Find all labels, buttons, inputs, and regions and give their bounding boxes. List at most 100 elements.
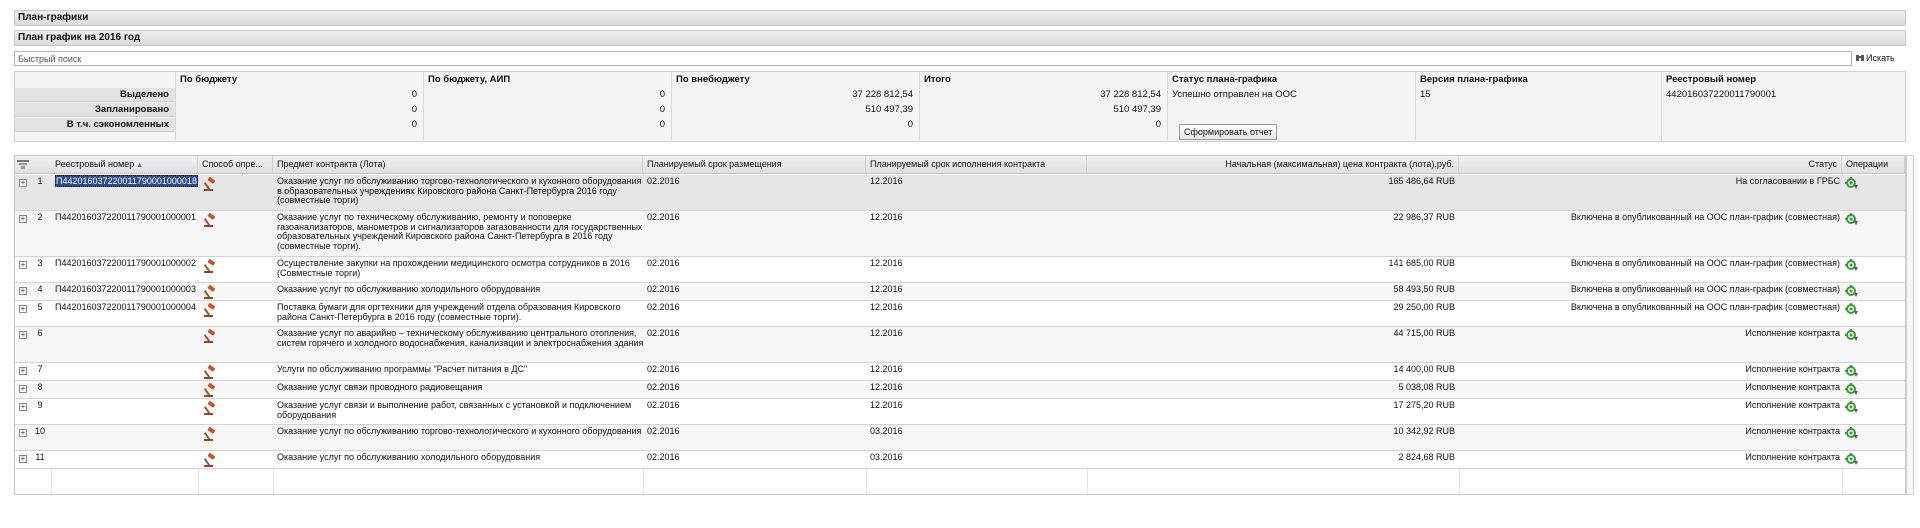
gavel-icon[interactable] bbox=[203, 213, 243, 227]
gavel-icon[interactable] bbox=[203, 427, 243, 441]
expand-row-icon[interactable]: + bbox=[19, 179, 27, 187]
row-number: 7 bbox=[37, 364, 43, 374]
gear-refresh-icon[interactable] bbox=[1845, 401, 1861, 414]
contract-price: 10 342,92 RUB bbox=[1393, 426, 1455, 436]
search-row: Искать bbox=[14, 51, 1906, 67]
table-row[interactable]: +4 П442016037220011790001000003 Оказание у… bbox=[15, 283, 1905, 301]
gear-refresh-icon[interactable] bbox=[1845, 329, 1861, 342]
column-header-placement[interactable]: Планируемый срок размещения bbox=[643, 156, 866, 174]
grid-scrollbar[interactable] bbox=[1906, 155, 1914, 495]
summary-allocated-aip: 0 bbox=[659, 89, 665, 100]
gavel-icon[interactable] bbox=[203, 401, 243, 415]
summary-saved-aip: 0 bbox=[659, 119, 665, 130]
gear-refresh-icon[interactable] bbox=[1845, 303, 1861, 316]
placement-date: 02.2016 bbox=[647, 176, 680, 186]
expand-row-icon[interactable]: + bbox=[19, 385, 27, 393]
registry-number[interactable]: П442016037220011790001000003 bbox=[55, 284, 205, 295]
gavel-icon[interactable] bbox=[203, 259, 243, 273]
expand-row-icon[interactable]: + bbox=[19, 403, 27, 411]
summary-header-plan-version: Версия плана-графика bbox=[1420, 74, 1528, 85]
gear-refresh-icon[interactable] bbox=[1845, 453, 1861, 466]
row-status: Включена в опубликованный на ООС план-гр… bbox=[1570, 285, 1840, 294]
gavel-icon[interactable] bbox=[203, 285, 243, 299]
quick-search-input[interactable] bbox=[14, 51, 1852, 66]
expand-row-icon[interactable]: + bbox=[19, 367, 27, 375]
gear-refresh-icon[interactable] bbox=[1845, 259, 1861, 272]
column-header-method[interactable]: Способ опре... bbox=[198, 156, 273, 174]
row-status: Исполнение контракта bbox=[1745, 401, 1840, 410]
gavel-icon[interactable] bbox=[203, 329, 243, 343]
gear-refresh-icon[interactable] bbox=[1845, 365, 1861, 378]
row-number: 4 bbox=[37, 284, 43, 294]
plan-title-text: План график на 2016 год bbox=[18, 32, 141, 43]
registry-number[interactable]: П442016037220011790001000002 bbox=[55, 258, 205, 269]
expand-row-icon[interactable]: + bbox=[19, 455, 27, 463]
registry-number[interactable]: П442016037220011790001000001 bbox=[55, 212, 205, 223]
placement-date: 02.2016 bbox=[647, 302, 680, 312]
contract-subject: Оказание услуг по обслуживанию торгово-т… bbox=[277, 176, 642, 206]
contract-price: 58 493,50 RUB bbox=[1393, 284, 1455, 294]
table-row[interactable]: +6 Оказание услуг по аварийно – техническ… bbox=[15, 327, 1905, 363]
contract-subject: Услуги по обслуживанию программы "Расчет… bbox=[277, 364, 528, 374]
expand-row-icon[interactable]: + bbox=[19, 305, 27, 313]
gear-refresh-icon[interactable] bbox=[1845, 285, 1861, 298]
expand-row-icon[interactable]: + bbox=[19, 429, 27, 437]
registry-number-text: П442016037220011790001000003 bbox=[55, 284, 196, 294]
gear-refresh-icon[interactable] bbox=[1845, 383, 1861, 396]
summary-row-planned: Запланировано bbox=[94, 104, 169, 115]
summary-registry-number: 442016037220011790001 bbox=[1666, 89, 1777, 100]
execution-date: 12.2016 bbox=[870, 176, 903, 186]
contract-price: 165 486,64 RUB bbox=[1388, 176, 1455, 186]
contract-price: 17 275,20 RUB bbox=[1393, 400, 1455, 410]
placement-date: 02.2016 bbox=[647, 452, 680, 462]
procurement-grid: Реестровый номер ▲ Способ опре... Предмет… bbox=[14, 155, 1906, 496]
table-row[interactable]: +9 Оказание услуг связи и выполнение рабо… bbox=[15, 399, 1905, 425]
column-header-operations[interactable]: Операции bbox=[1842, 156, 1905, 174]
sort-asc-icon: ▲ bbox=[136, 162, 144, 169]
gavel-icon[interactable] bbox=[203, 303, 243, 317]
column-header-status[interactable]: Статус bbox=[1459, 156, 1842, 174]
column-header-execution[interactable]: Планируемый срок исполнения контракта bbox=[866, 156, 1087, 174]
table-row[interactable]: +10 Оказание услуг по обслуживанию торгов… bbox=[15, 425, 1905, 451]
gear-refresh-icon[interactable] bbox=[1845, 427, 1861, 440]
gavel-icon[interactable] bbox=[203, 383, 243, 397]
column-header-price[interactable]: Начальная (максимальная) цена контракта … bbox=[1087, 156, 1459, 174]
row-status: Включена в опубликованный на ООС план-гр… bbox=[1570, 259, 1840, 268]
gear-refresh-icon[interactable] bbox=[1845, 177, 1861, 190]
contract-price: 141 685,00 RUB bbox=[1388, 258, 1455, 268]
execution-date: 12.2016 bbox=[870, 382, 903, 392]
gavel-icon[interactable] bbox=[203, 453, 243, 467]
table-row[interactable]: +3 П442016037220011790001000002 Осуществле… bbox=[15, 257, 1905, 283]
table-row[interactable]: +1 П442016037220011790001000018 Оказание у… bbox=[15, 175, 1905, 211]
gavel-icon[interactable] bbox=[203, 177, 243, 191]
summary-planned-aip: 0 bbox=[659, 104, 665, 115]
filter-icon[interactable] bbox=[17, 160, 29, 170]
registry-number-text: П442016037220011790001000001 bbox=[55, 212, 196, 222]
column-header-subject[interactable]: Предмет контракта (Лота) bbox=[273, 156, 643, 174]
search-button[interactable]: Искать bbox=[1856, 51, 1908, 66]
table-row[interactable]: +7 Услуги по обслуживанию программы "Расч… bbox=[15, 363, 1905, 381]
placement-date: 02.2016 bbox=[647, 400, 680, 410]
registry-number[interactable]: П442016037220011790001000018 bbox=[55, 175, 205, 187]
expand-row-icon[interactable]: + bbox=[19, 215, 27, 223]
row-status: Исполнение контракта bbox=[1745, 453, 1840, 462]
gear-refresh-icon[interactable] bbox=[1845, 213, 1861, 226]
generate-report-button[interactable]: Сформировать отчет bbox=[1179, 124, 1278, 140]
execution-date: 12.2016 bbox=[870, 284, 903, 294]
table-row[interactable]: +2 П442016037220011790001000001 Оказание у… bbox=[15, 211, 1905, 257]
execution-date: 12.2016 bbox=[870, 258, 903, 268]
expand-row-icon[interactable]: + bbox=[19, 331, 27, 339]
execution-date: 12.2016 bbox=[870, 364, 903, 374]
table-row[interactable]: +5 П442016037220011790001000004 Поставка б… bbox=[15, 301, 1905, 327]
placement-date: 02.2016 bbox=[647, 328, 680, 338]
table-row[interactable]: +11 Оказание услуг по обслуживанию холоди… bbox=[15, 451, 1905, 469]
table-row[interactable]: +8 Оказание услуг связи проводного радиов… bbox=[15, 381, 1905, 399]
row-number: 6 bbox=[37, 328, 43, 338]
panel-title: План-графики bbox=[14, 10, 1906, 26]
expand-row-icon[interactable]: + bbox=[19, 287, 27, 295]
column-header-registry[interactable]: Реестровый номер ▲ bbox=[51, 156, 198, 174]
expand-row-icon[interactable]: + bbox=[19, 261, 27, 269]
gavel-icon[interactable] bbox=[203, 365, 243, 379]
registry-number[interactable]: П442016037220011790001000004 bbox=[55, 302, 205, 313]
row-status: Исполнение контракта bbox=[1745, 383, 1840, 392]
